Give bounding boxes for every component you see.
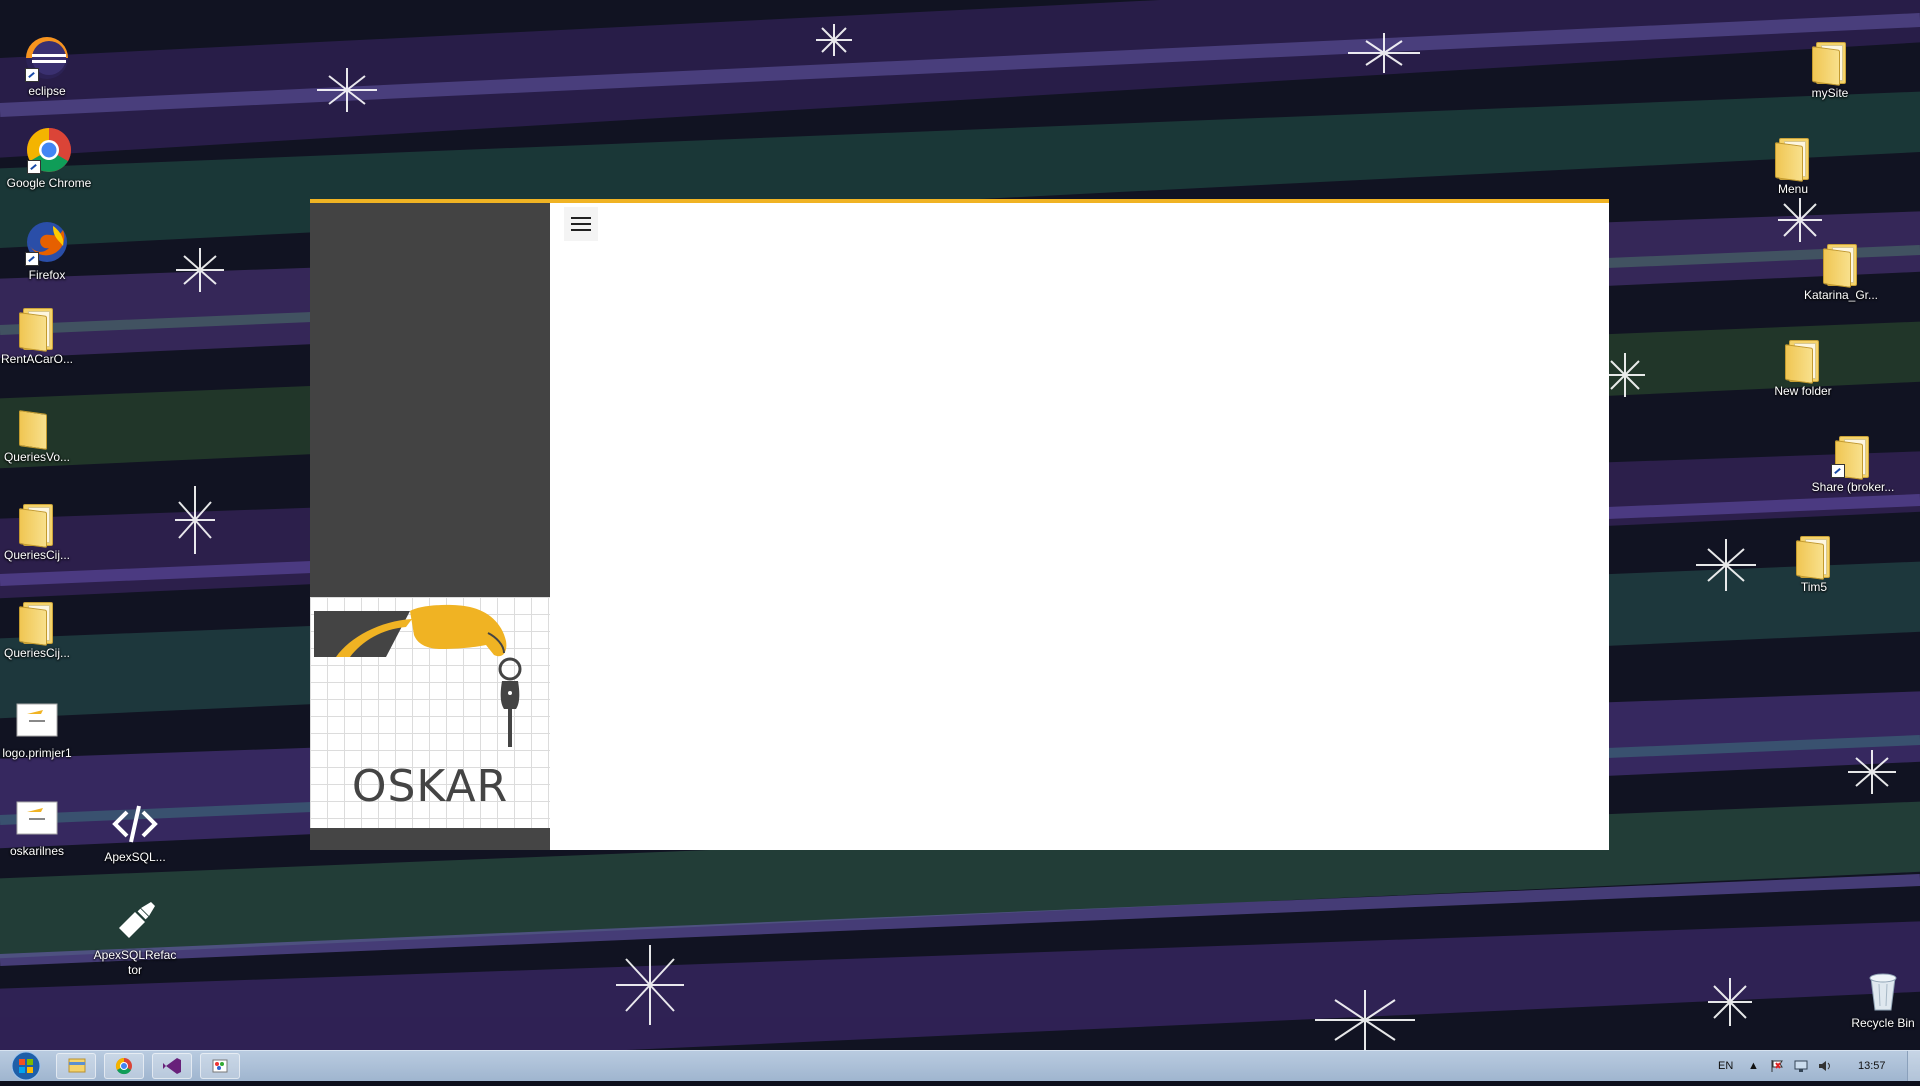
file-explorer-icon: [68, 1058, 86, 1073]
desktop-icon-katarina-folder[interactable]: Katarina_Gr...: [1798, 238, 1884, 303]
logo-text: OSKAR: [351, 761, 509, 812]
desktop-icon-label: logo.primjer1: [2, 746, 72, 760]
action-center-flag-icon[interactable]: [1770, 1051, 1784, 1081]
desktop-icon-firefox[interactable]: Firefox: [4, 218, 90, 283]
main-content: [550, 203, 1609, 850]
sidebar-nav-area: [310, 203, 550, 597]
firefox-icon: [23, 218, 71, 266]
desktop-icon-mysite-folder[interactable]: mySite: [1787, 36, 1873, 101]
show-hidden-icons-button[interactable]: ▲: [1748, 1051, 1759, 1081]
clock[interactable]: 13:57: [1858, 1051, 1886, 1081]
sidebar-footer: [310, 828, 550, 850]
shared-folder-icon: [1829, 430, 1877, 480]
desktop-icon-label: Menu: [1777, 182, 1809, 196]
desktop-icon-queriescij-folder-1[interactable]: QueriesCij...: [0, 498, 80, 563]
hamburger-menu-icon: [571, 217, 591, 219]
taskbar-paint-button[interactable]: [200, 1053, 240, 1079]
car-key-hand-logo: [314, 604, 522, 747]
folder-icon: [13, 498, 61, 548]
folder-icon: [1817, 238, 1865, 288]
chrome-icon: [115, 1057, 132, 1075]
folder-icon: [1769, 132, 1817, 182]
desktop-icon-label: ApexSQL...: [104, 850, 166, 864]
desktop-icon-queriesvo-folder[interactable]: QueriesVo...: [0, 400, 80, 465]
apexsql-icon: [111, 800, 159, 848]
desktop-icon-label: eclipse: [28, 84, 66, 98]
image-file-icon: [13, 794, 61, 842]
desktop-icon-label: Katarina_Gr...: [1803, 288, 1879, 302]
folder-icon: [1806, 36, 1854, 86]
desktop-icon-tim5-folder[interactable]: Tim5: [1771, 530, 1857, 595]
sidebar: OSKAR: [310, 203, 550, 850]
desktop-icon-google-chrome[interactable]: Google Chrome: [6, 126, 92, 191]
paint-icon: [212, 1059, 228, 1073]
windows-logo-icon: [11, 1051, 41, 1081]
desktop-icon-rentacar-folder[interactable]: RentACarO...: [0, 302, 80, 367]
network-icon[interactable]: [1794, 1051, 1808, 1081]
desktop-icon-label: New folder: [1774, 384, 1832, 398]
taskbar-visual-studio-button[interactable]: [152, 1053, 192, 1079]
desktop-icon-apexsql-refactor[interactable]: ApexSQLRefactor: [92, 898, 178, 978]
desktop-icon-share-broker[interactable]: Share (broker...: [1810, 430, 1896, 495]
desktop-icon-label: Recycle Bin: [1851, 1016, 1915, 1030]
desktop-icon-label: QueriesVo...: [3, 450, 71, 464]
eclipse-icon: [23, 34, 71, 82]
folder-icon: [1779, 334, 1827, 384]
oskar-logo: OSKAR: [310, 597, 550, 828]
hamburger-menu-button[interactable]: [564, 207, 598, 241]
desktop-icon-recycle-bin[interactable]: Recycle Bin: [1840, 966, 1920, 1031]
taskbar: EN ▲ 13:57: [0, 1050, 1920, 1081]
folder-icon: [13, 596, 61, 646]
desktop-icon-oskarilnes[interactable]: oskarilnes: [0, 794, 80, 859]
desktop-icon-new-folder[interactable]: New folder: [1760, 334, 1846, 399]
desktop-icon-label: QueriesCij...: [3, 548, 71, 562]
desktop-icon-label: Share (broker...: [1811, 480, 1895, 494]
hamburger-line: [571, 229, 591, 231]
taskbar-file-explorer-button[interactable]: [56, 1053, 96, 1079]
desktop-icon-logo-primjer1[interactable]: logo.primjer1: [0, 696, 80, 761]
chrome-icon: [25, 126, 73, 174]
start-button[interactable]: [4, 1051, 48, 1081]
desktop-icon-label: QueriesCij...: [3, 646, 71, 660]
desktop-icon-label: mySite: [1811, 86, 1849, 100]
recycle-bin-icon: [1859, 966, 1907, 1014]
desktop-icon-label: RentACarO...: [0, 352, 74, 366]
desktop-icon-label: oskarilnes: [9, 844, 65, 858]
apexsql-refactor-icon: [111, 898, 159, 946]
image-file-icon: [13, 696, 61, 744]
language-indicator[interactable]: EN: [1718, 1051, 1733, 1081]
folder-icon: [1790, 530, 1838, 580]
desktop-icon-label: Firefox: [28, 268, 66, 282]
volume-icon[interactable]: [1818, 1051, 1832, 1081]
hamburger-line: [571, 223, 591, 225]
desktop-icon-label: Google Chrome: [6, 176, 92, 190]
taskbar-chrome-button[interactable]: [104, 1053, 144, 1079]
desktop-icon-menu-folder[interactable]: Menu: [1750, 132, 1836, 197]
app-window: OSKAR: [310, 199, 1609, 850]
desktop-icon-label: Tim5: [1800, 580, 1828, 594]
desktop-icon-eclipse[interactable]: eclipse: [4, 34, 90, 99]
folder-icon: [13, 400, 61, 450]
folder-icon: [13, 302, 61, 352]
show-desktop-button[interactable]: [1907, 1051, 1920, 1081]
desktop-icon-queriescij-folder-2[interactable]: QueriesCij...: [0, 596, 80, 661]
visual-studio-icon: [163, 1058, 181, 1074]
desktop-icon-label: ApexSQLRefactor: [93, 948, 177, 977]
desktop-icon-apexsql[interactable]: ApexSQL...: [92, 800, 178, 865]
